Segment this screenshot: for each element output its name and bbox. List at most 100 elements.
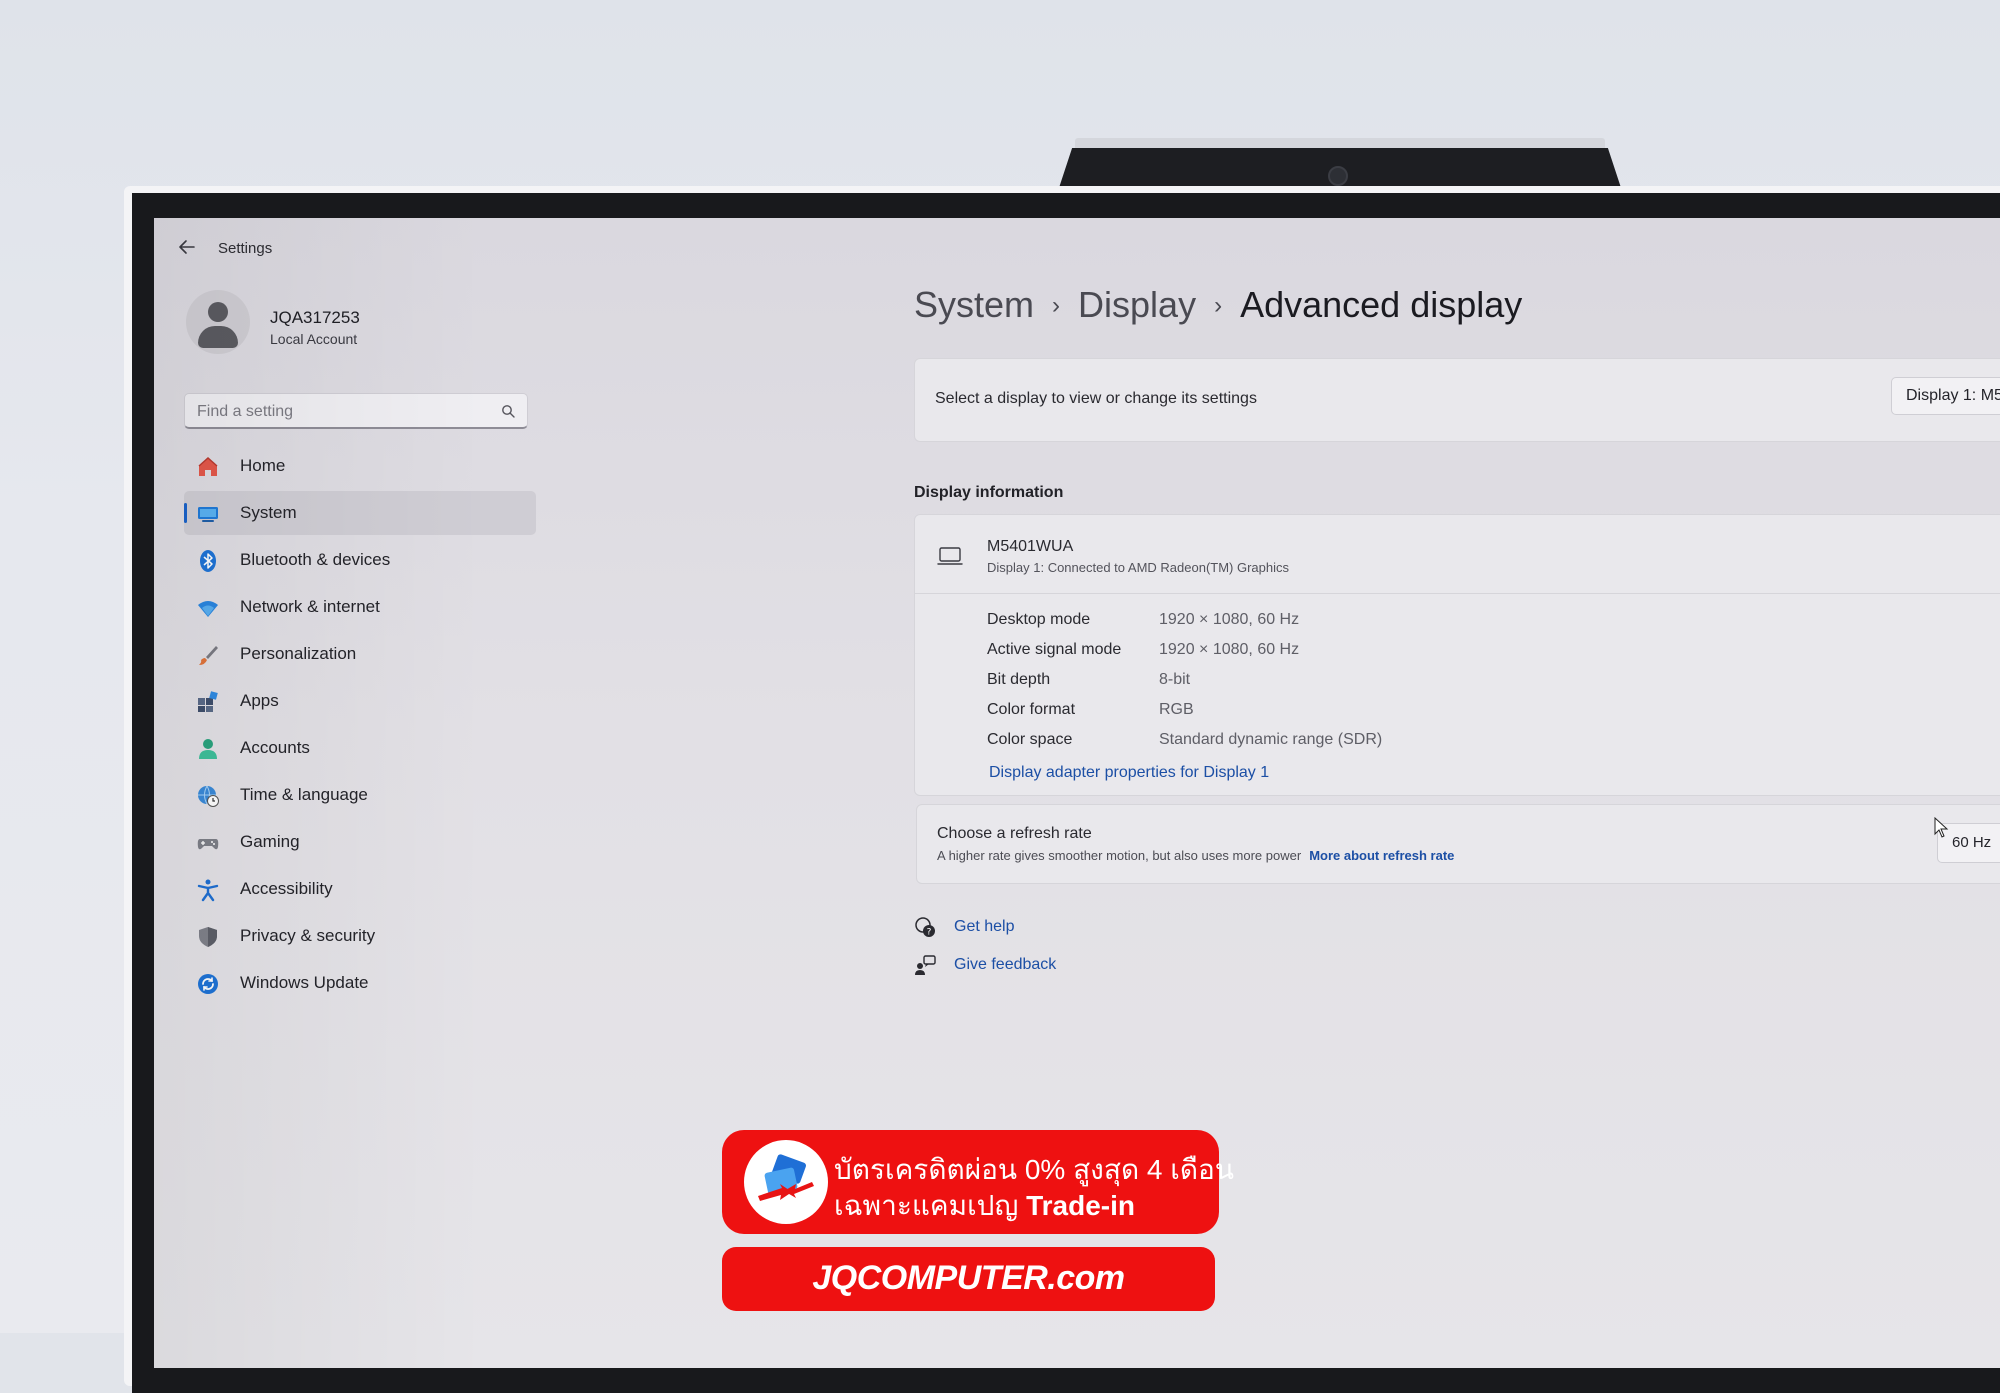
sidebar-item-label: Network & internet	[240, 597, 380, 616]
wifi-icon	[198, 601, 218, 617]
monitor-icon	[937, 547, 963, 565]
gamepad-icon	[197, 839, 219, 850]
sidebar-item-label: Home	[240, 456, 286, 475]
info-value: Standard dynamic range (SDR)	[1159, 731, 1383, 748]
mouse-cursor-icon	[1934, 817, 1949, 838]
sidebar-item-network[interactable]: Network & internet	[184, 585, 536, 629]
sidebar-item-bluetooth[interactable]: Bluetooth & devices	[184, 538, 536, 582]
sidebar-item-home[interactable]: Home	[184, 444, 536, 488]
list-item: Color format RGB	[987, 701, 1887, 731]
avatar-body	[198, 326, 238, 348]
info-label: Active signal mode	[987, 641, 1122, 658]
bluetooth-icon	[200, 550, 216, 572]
avatar-head	[208, 302, 228, 322]
sidebar-item-label: Accounts	[240, 738, 310, 757]
refresh-rate-card: Choose a refresh rate A higher rate give…	[916, 804, 2000, 884]
promo-line-2-text: เฉพาะแคมเปญ	[834, 1190, 1027, 1221]
sidebar-item-label: Gaming	[240, 832, 300, 851]
back-arrow-icon[interactable]	[176, 236, 198, 258]
sidebar-item-gaming[interactable]: Gaming	[184, 820, 536, 864]
breadcrumb: System › Display › Advanced display	[914, 284, 1522, 326]
get-help-link[interactable]: Get help	[954, 918, 1014, 936]
sidebar-item-apps[interactable]: Apps	[184, 679, 536, 723]
sidebar-nav: Home System Bluetooth & devices Network …	[184, 444, 536, 1008]
avatar[interactable]	[186, 290, 250, 354]
display-info-list: Desktop mode 1920 × 1080, 60 Hz Active s…	[987, 611, 1887, 761]
search-icon[interactable]	[501, 404, 515, 418]
brand-name: JQCOMPUTER.com	[812, 1259, 1125, 1297]
list-item: Active signal mode 1920 × 1080, 60 Hz	[987, 641, 1887, 671]
refresh-rate-link[interactable]: More about refresh rate	[1309, 848, 1454, 863]
section-heading: Display information	[914, 484, 1064, 501]
info-label: Color space	[987, 731, 1073, 748]
sidebar-item-label: Privacy & security	[240, 926, 376, 945]
breadcrumb-display[interactable]: Display	[1078, 284, 1196, 325]
sidebar-item-label: Personalization	[240, 644, 357, 663]
display-dropdown[interactable]: Display 1: M5401WUA	[1891, 377, 2000, 415]
accounts-icon	[199, 739, 217, 759]
sidebar-item-time-language[interactable]: Time & language	[184, 773, 536, 817]
get-help-icon: ?	[915, 917, 935, 938]
promo-banner: บัตรเครดิตผ่อน 0% สูงสุด 4 เดือน เฉพาะแค…	[722, 1130, 1234, 1234]
monitor-connection: Display 1: Connected to AMD Radeon(TM) G…	[987, 560, 1290, 575]
page-title: Advanced display	[1240, 284, 1523, 325]
accessibility-icon	[197, 879, 219, 902]
svg-text:?: ?	[927, 928, 932, 938]
sidebar-item-system[interactable]: System	[184, 491, 536, 535]
select-display-label: Select a display to view or change its s…	[935, 390, 1257, 407]
refresh-rate-title: Choose a refresh rate	[937, 825, 1092, 842]
info-label: Desktop mode	[987, 611, 1091, 628]
sidebar-item-label: Apps	[240, 691, 279, 710]
sidebar-item-windows-update[interactable]: Windows Update	[184, 961, 536, 1005]
webcam-lens-icon	[1328, 166, 1348, 186]
sidebar-item-label: Accessibility	[240, 879, 333, 898]
system-icon	[198, 507, 218, 522]
search-box	[184, 393, 528, 429]
list-item: Desktop mode 1920 × 1080, 60 Hz	[987, 611, 1887, 641]
select-display-card: Select a display to view or change its s…	[914, 358, 2000, 442]
breadcrumb-separator: ›	[1052, 292, 1061, 319]
sidebar-item-label: System	[240, 503, 297, 522]
search-input[interactable]	[195, 400, 489, 424]
sidebar-item-personalization[interactable]: Personalization	[184, 632, 536, 676]
breadcrumb-system[interactable]: System	[914, 284, 1034, 325]
account-name: JQA317253	[270, 308, 360, 327]
brush-icon	[199, 646, 218, 665]
give-feedback-row[interactable]: Give feedback	[914, 952, 1214, 980]
info-value: RGB	[1159, 701, 1194, 718]
globe-clock-icon	[198, 785, 219, 807]
sidebar-item-label: Bluetooth & devices	[240, 550, 391, 569]
title-bar: Settings	[154, 218, 754, 278]
promo-line-2: เฉพาะแคมเปญ Trade-in	[834, 1184, 1135, 1228]
display-info-card: M5401WUA Display 1: Connected to AMD Rad…	[914, 514, 2000, 796]
card-trade-icon	[758, 1154, 814, 1201]
breadcrumb-separator: ›	[1214, 292, 1223, 319]
sidebar-item-label: Time & language	[240, 785, 368, 804]
sidebar-item-label: Windows Update	[240, 973, 369, 992]
get-help-row[interactable]: ? Get help	[914, 914, 1214, 942]
refresh-rate-description: A higher rate gives smoother motion, but…	[937, 848, 1454, 863]
account-type: Local Account	[270, 331, 358, 347]
divider	[915, 593, 2000, 594]
list-item: Color space Standard dynamic range (SDR)	[987, 731, 1887, 761]
info-label: Color format	[987, 701, 1076, 718]
refresh-rate-desc-text: A higher rate gives smoother motion, but…	[937, 848, 1302, 863]
adapter-properties-link[interactable]: Display adapter properties for Display 1	[989, 764, 1269, 782]
sidebar-item-accounts[interactable]: Accounts	[184, 726, 536, 770]
promo-brand-banner: JQCOMPUTER.com	[722, 1247, 1215, 1311]
info-value: 8-bit	[1159, 671, 1191, 688]
give-feedback-link[interactable]: Give feedback	[954, 956, 1056, 974]
list-item: Bit depth 8-bit	[987, 671, 1887, 701]
shield-icon	[199, 927, 217, 947]
feedback-icon	[915, 955, 936, 975]
sidebar-item-accessibility[interactable]: Accessibility	[184, 867, 536, 911]
info-value: 1920 × 1080, 60 Hz	[1159, 641, 1300, 658]
promo-trade-in: Trade-in	[1026, 1190, 1135, 1221]
info-label: Bit depth	[987, 671, 1051, 688]
app-title: Settings	[218, 240, 273, 257]
apps-icon	[198, 691, 218, 712]
promo-logo	[744, 1140, 828, 1224]
sidebar-item-privacy[interactable]: Privacy & security	[184, 914, 536, 958]
monitor-name: M5401WUA	[987, 538, 1074, 555]
home-icon	[198, 456, 218, 476]
